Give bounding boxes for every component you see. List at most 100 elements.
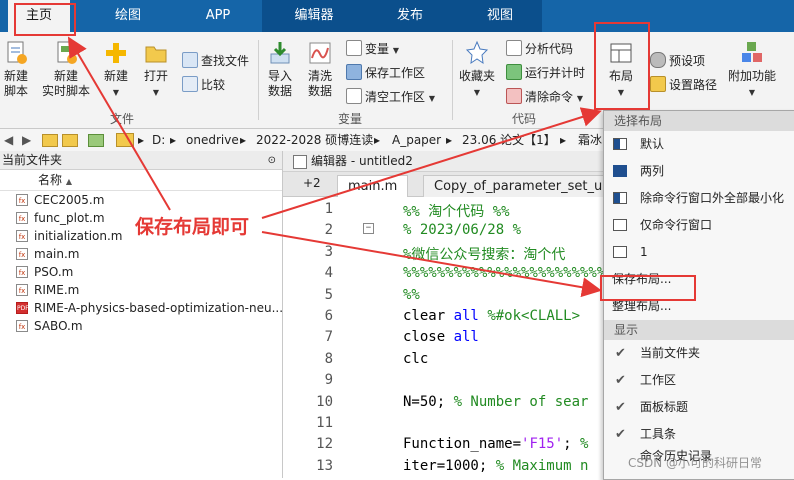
tab-editor[interactable]: 编辑器	[282, 0, 346, 32]
menu-item-minimize-all-layout[interactable]: 除命令行窗口外全部最小化	[604, 185, 794, 212]
code-line[interactable]: % 2023/06/28 %	[403, 222, 521, 238]
tab-publish[interactable]: 发布	[380, 0, 440, 32]
menu-item-show-panel-titles[interactable]: ✔ 面板标题	[604, 394, 794, 421]
code-line[interactable]: %%	[403, 287, 420, 303]
menu-item-two-column-layout[interactable]: 两列	[604, 158, 794, 185]
m-file-icon: fx	[16, 320, 28, 332]
m-file-icon: fx	[16, 284, 28, 296]
menu-item-command-window-only[interactable]: 仅命令行窗口	[604, 212, 794, 239]
line-number: 8	[324, 350, 333, 367]
code-line[interactable]: clc	[403, 351, 428, 367]
clear-commands-label: 清除命令	[525, 90, 574, 104]
file-name: CEC2005.m	[34, 193, 105, 207]
menu-item-label: 两列	[640, 164, 665, 178]
preferences-label: 预设项	[669, 54, 706, 68]
back-icon[interactable]: ◀	[4, 129, 13, 151]
tab-view[interactable]: 视图	[470, 0, 530, 32]
fold-toggle-icon[interactable]: −	[363, 223, 374, 234]
breadcrumb-onedrive[interactable]: onedrive	[186, 129, 239, 151]
clear-commands-button[interactable]: 清除命令 ▼	[506, 88, 583, 107]
menu-item-default-layout[interactable]: 默认	[604, 131, 794, 158]
clean-data-button[interactable]: 清洗 数据	[304, 40, 336, 99]
breadcrumb-folder[interactable]: 23.06 论文【1】	[462, 129, 556, 151]
file-row[interactable]: fx SABO.m	[0, 317, 282, 335]
file-row[interactable]: fx PSO.m	[0, 263, 282, 281]
find-files-button[interactable]: 查找文件	[182, 52, 249, 69]
tab-apps[interactable]: APP	[188, 0, 248, 32]
clear-workspace-button[interactable]: 清空工作区 ▼	[346, 88, 435, 107]
import-icon	[270, 42, 290, 64]
menu-item-custom-layout-1[interactable]: 1	[604, 239, 794, 266]
file-row[interactable]: PDF RIME-A-physics-based-optimization-neu…	[0, 299, 283, 317]
set-path-button[interactable]: 设置路径	[650, 76, 717, 93]
breadcrumb-folder[interactable]: A_paper	[392, 129, 441, 151]
watermark: CSDN @小可的科研日常	[628, 456, 763, 470]
checkmark-icon: ✔	[615, 427, 626, 442]
ribbon-divider	[452, 40, 453, 120]
menu-item-show-toolstrip[interactable]: ✔ 工具条	[604, 421, 794, 448]
tab-copy-of-parameter-set-up[interactable]: Copy_of_parameter_set_up	[423, 175, 622, 197]
analyze-code-button[interactable]: 分析代码	[506, 40, 573, 57]
up-folder-icon[interactable]	[42, 134, 58, 147]
run-and-time-button[interactable]: 运行并计时	[506, 64, 585, 81]
section-file-label: 文件	[110, 112, 135, 126]
new-script-button[interactable]: 新建 脚本	[0, 40, 32, 99]
menu-header-select-layout: 选择布局	[604, 111, 794, 131]
new-live-script-button[interactable]: 新建 实时脚本	[38, 40, 94, 99]
tab-plots[interactable]: 绘图	[98, 0, 158, 32]
file-row[interactable]: fx RIME.m	[0, 281, 282, 299]
refresh-folder-icon[interactable]	[88, 134, 104, 147]
tab-main-m[interactable]: main.m	[337, 175, 409, 197]
layout-default-icon	[613, 138, 627, 150]
open-button[interactable]: 打开 ▼	[140, 40, 172, 100]
breadcrumb-folder[interactable]: 2022-2028 硕博连读	[256, 129, 373, 151]
preferences-button[interactable]: 预设项	[650, 52, 705, 69]
compare-button[interactable]: 比较	[182, 76, 225, 93]
file-row[interactable]: fx main.m	[0, 245, 282, 263]
addons-button[interactable]: 附加功能 ▼	[726, 40, 778, 100]
section-variable-label: 变量	[338, 112, 363, 126]
new-script-icon	[7, 41, 27, 64]
breadcrumb-folder[interactable]: 霜冰	[578, 129, 602, 151]
hidden-tab-count[interactable]: +2	[303, 176, 321, 190]
code-line[interactable]: %微信公众号搜索：淘个代	[403, 244, 565, 264]
breadcrumb-separator: ▸	[560, 133, 567, 147]
find-files-icon	[182, 52, 198, 68]
set-path-label: 设置路径	[669, 78, 718, 92]
editor-icon	[293, 155, 307, 169]
forward-icon[interactable]: ▶	[22, 129, 31, 151]
code-line[interactable]: iter=1000; % Maximum n	[403, 458, 588, 474]
favorites-label: 收藏夹	[458, 69, 495, 83]
folder-icon	[145, 46, 167, 63]
menu-item-show-current-folder[interactable]: ✔ 当前文件夹	[604, 340, 794, 367]
panel-menu-icon[interactable]: ⊙	[268, 152, 276, 170]
checkmark-icon: ✔	[615, 400, 626, 415]
breadcrumb-drive[interactable]: D:	[152, 129, 165, 151]
m-file-icon: fx	[16, 248, 28, 260]
set-path-icon	[650, 76, 666, 92]
compare-icon	[182, 76, 198, 92]
code-line[interactable]: N=50; % Number of sear	[403, 394, 588, 410]
run-and-time-label: 运行并计时	[525, 66, 586, 80]
code-line[interactable]: %% 淘个代码 %%	[403, 201, 510, 221]
code-line[interactable]: Function_name='F15'; %	[403, 436, 588, 452]
column-header-name[interactable]: 名称 ▲	[0, 170, 282, 191]
new-button[interactable]: 新建 ▼	[100, 40, 132, 100]
code-line[interactable]: close all	[403, 329, 479, 345]
favorites-button[interactable]: 收藏夹 ▼	[456, 40, 498, 100]
variable-icon	[346, 40, 362, 56]
code-line[interactable]: %%%%%%%%%%%%%%%%%%%%%%%%	[403, 265, 605, 281]
import-data-label: 导入 数据	[267, 69, 292, 98]
layout-custom-icon	[613, 246, 627, 258]
browse-folder-icon[interactable]	[62, 134, 78, 147]
file-row[interactable]: fx CEC2005.m	[0, 191, 282, 209]
variable-button[interactable]: 变量 ▼	[346, 40, 399, 59]
import-data-button[interactable]: 导入 数据	[264, 40, 296, 99]
save-workspace-button[interactable]: 保存工作区	[346, 64, 425, 81]
clear-commands-icon	[506, 88, 522, 104]
breadcrumb-separator: ▸	[446, 133, 453, 147]
code-line[interactable]: clear all %#ok<CLALL>	[403, 308, 580, 324]
file-name: SABO.m	[34, 319, 83, 333]
menu-item-show-workspace[interactable]: ✔ 工作区	[604, 367, 794, 394]
folder-icon	[116, 133, 134, 147]
